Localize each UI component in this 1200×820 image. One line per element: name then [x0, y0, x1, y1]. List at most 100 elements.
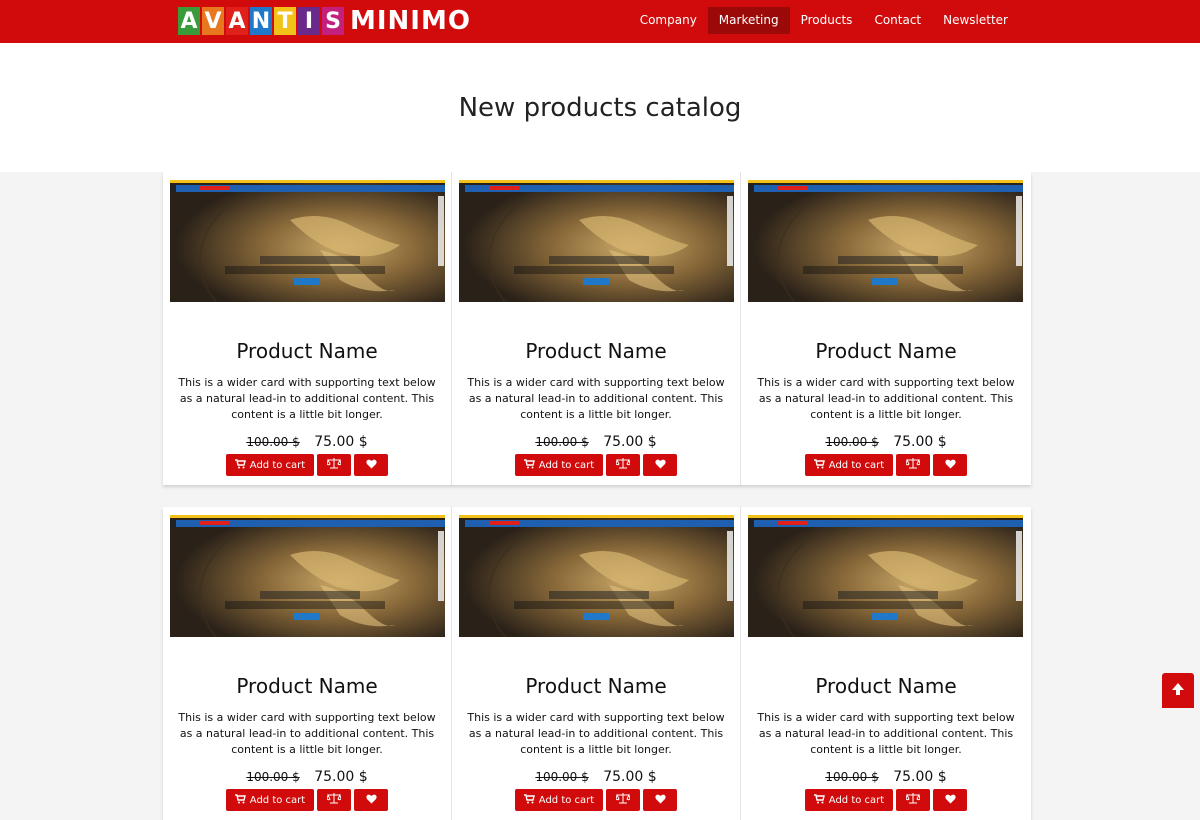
old-price: 100.00 $: [535, 435, 589, 449]
add-to-cart-label: Add to cart: [828, 794, 885, 806]
top-navbar: A V A N T I S MINIMO Company Marketing P…: [0, 0, 1200, 43]
wishlist-button[interactable]: [354, 789, 388, 811]
nav-item-marketing[interactable]: Marketing: [707, 7, 790, 34]
cart-icon: [234, 458, 246, 472]
product-card: Product Name This is a wider card with s…: [452, 507, 741, 820]
page-header: New products catalog: [0, 43, 1200, 172]
current-price: 75.00 $: [314, 434, 368, 450]
old-price: 100.00 $: [246, 435, 300, 449]
product-image[interactable]: [459, 515, 734, 637]
cart-icon: [234, 793, 246, 807]
add-to-cart-button[interactable]: Add to cart: [226, 789, 314, 811]
balance-scale-icon: [905, 458, 921, 472]
nav-item-company[interactable]: Company: [629, 7, 708, 34]
cart-icon: [813, 793, 825, 807]
old-price: 100.00 $: [246, 770, 300, 784]
old-price: 100.00 $: [825, 435, 879, 449]
compare-button[interactable]: [317, 789, 351, 811]
add-to-cart-button[interactable]: Add to cart: [226, 454, 314, 476]
compare-button[interactable]: [896, 789, 930, 811]
logo-tile: I: [298, 7, 320, 35]
logo-tile: A: [226, 7, 248, 35]
product-description: This is a wider card with supporting tex…: [178, 376, 436, 421]
product-price: 100.00 $ 75.00 $: [163, 434, 451, 450]
compare-button[interactable]: [896, 454, 930, 476]
product-description: This is a wider card with supporting tex…: [467, 376, 725, 421]
product-actions: Add to cart: [452, 454, 740, 476]
old-price: 100.00 $: [535, 770, 589, 784]
add-to-cart-label: Add to cart: [538, 794, 595, 806]
balance-scale-icon: [905, 793, 921, 807]
product-name[interactable]: Product Name: [741, 339, 1031, 363]
product-price: 100.00 $ 75.00 $: [741, 769, 1031, 785]
page-title: New products catalog: [458, 93, 742, 123]
product-image[interactable]: [459, 180, 734, 302]
add-to-cart-button[interactable]: Add to cart: [515, 789, 603, 811]
heart-icon: [944, 794, 956, 807]
product-description: This is a wider card with supporting tex…: [178, 711, 436, 756]
wishlist-button[interactable]: [933, 789, 967, 811]
product-price: 100.00 $ 75.00 $: [163, 769, 451, 785]
product-image[interactable]: [170, 180, 445, 302]
cart-icon: [813, 458, 825, 472]
product-price: 100.00 $ 75.00 $: [452, 769, 740, 785]
compare-button[interactable]: [606, 454, 640, 476]
wishlist-button[interactable]: [354, 454, 388, 476]
brand-logo[interactable]: A V A N T I S MINIMO: [178, 6, 471, 36]
product-actions: Add to cart: [452, 789, 740, 811]
add-to-cart-label: Add to cart: [249, 459, 306, 471]
scroll-top-button[interactable]: [1162, 673, 1194, 708]
product-name[interactable]: Product Name: [741, 674, 1031, 698]
wishlist-button[interactable]: [643, 789, 677, 811]
product-name[interactable]: Product Name: [452, 339, 740, 363]
balance-scale-icon: [615, 793, 631, 807]
wishlist-button[interactable]: [643, 454, 677, 476]
compare-button[interactable]: [317, 454, 351, 476]
heart-icon: [365, 459, 377, 472]
product-row: Product Name This is a wider card with s…: [163, 507, 1031, 820]
product-actions: Add to cart: [741, 789, 1031, 811]
cart-icon: [523, 458, 535, 472]
logo-tile: A: [178, 7, 200, 35]
main-nav: Company Marketing Products Contact Newsl…: [629, 7, 1019, 34]
product-name[interactable]: Product Name: [452, 674, 740, 698]
nav-item-newsletter[interactable]: Newsletter: [932, 7, 1019, 34]
product-actions: Add to cart: [741, 454, 1031, 476]
nav-item-contact[interactable]: Contact: [863, 7, 932, 34]
add-to-cart-button[interactable]: Add to cart: [515, 454, 603, 476]
current-price: 75.00 $: [603, 769, 657, 785]
product-image[interactable]: [170, 515, 445, 637]
product-card: Product Name This is a wider card with s…: [452, 172, 741, 485]
old-price: 100.00 $: [825, 770, 879, 784]
logo-tile: V: [202, 7, 224, 35]
compare-button[interactable]: [606, 789, 640, 811]
product-actions: Add to cart: [163, 454, 451, 476]
add-to-cart-label: Add to cart: [538, 459, 595, 471]
balance-scale-icon: [326, 793, 342, 807]
current-price: 75.00 $: [314, 769, 368, 785]
add-to-cart-button[interactable]: Add to cart: [805, 454, 893, 476]
product-description: This is a wider card with supporting tex…: [757, 711, 1015, 756]
balance-scale-icon: [615, 458, 631, 472]
nav-item-products[interactable]: Products: [790, 7, 864, 34]
product-card: Product Name This is a wider card with s…: [163, 172, 452, 485]
logo-tile: S: [322, 7, 344, 35]
product-actions: Add to cart: [163, 789, 451, 811]
product-name[interactable]: Product Name: [163, 674, 451, 698]
logo-wordmark: MINIMO: [350, 6, 471, 36]
product-price: 100.00 $ 75.00 $: [452, 434, 740, 450]
product-image[interactable]: [748, 515, 1023, 637]
product-image[interactable]: [748, 180, 1023, 302]
product-name[interactable]: Product Name: [163, 339, 451, 363]
add-to-cart-button[interactable]: Add to cart: [805, 789, 893, 811]
arrow-up-icon: [1171, 681, 1185, 700]
cart-icon: [523, 793, 535, 807]
wishlist-button[interactable]: [933, 454, 967, 476]
current-price: 75.00 $: [893, 769, 947, 785]
logo-tile: T: [274, 7, 296, 35]
product-description: This is a wider card with supporting tex…: [757, 376, 1015, 421]
current-price: 75.00 $: [603, 434, 657, 450]
logo-tile: N: [250, 7, 272, 35]
product-price: 100.00 $ 75.00 $: [741, 434, 1031, 450]
heart-icon: [654, 459, 666, 472]
